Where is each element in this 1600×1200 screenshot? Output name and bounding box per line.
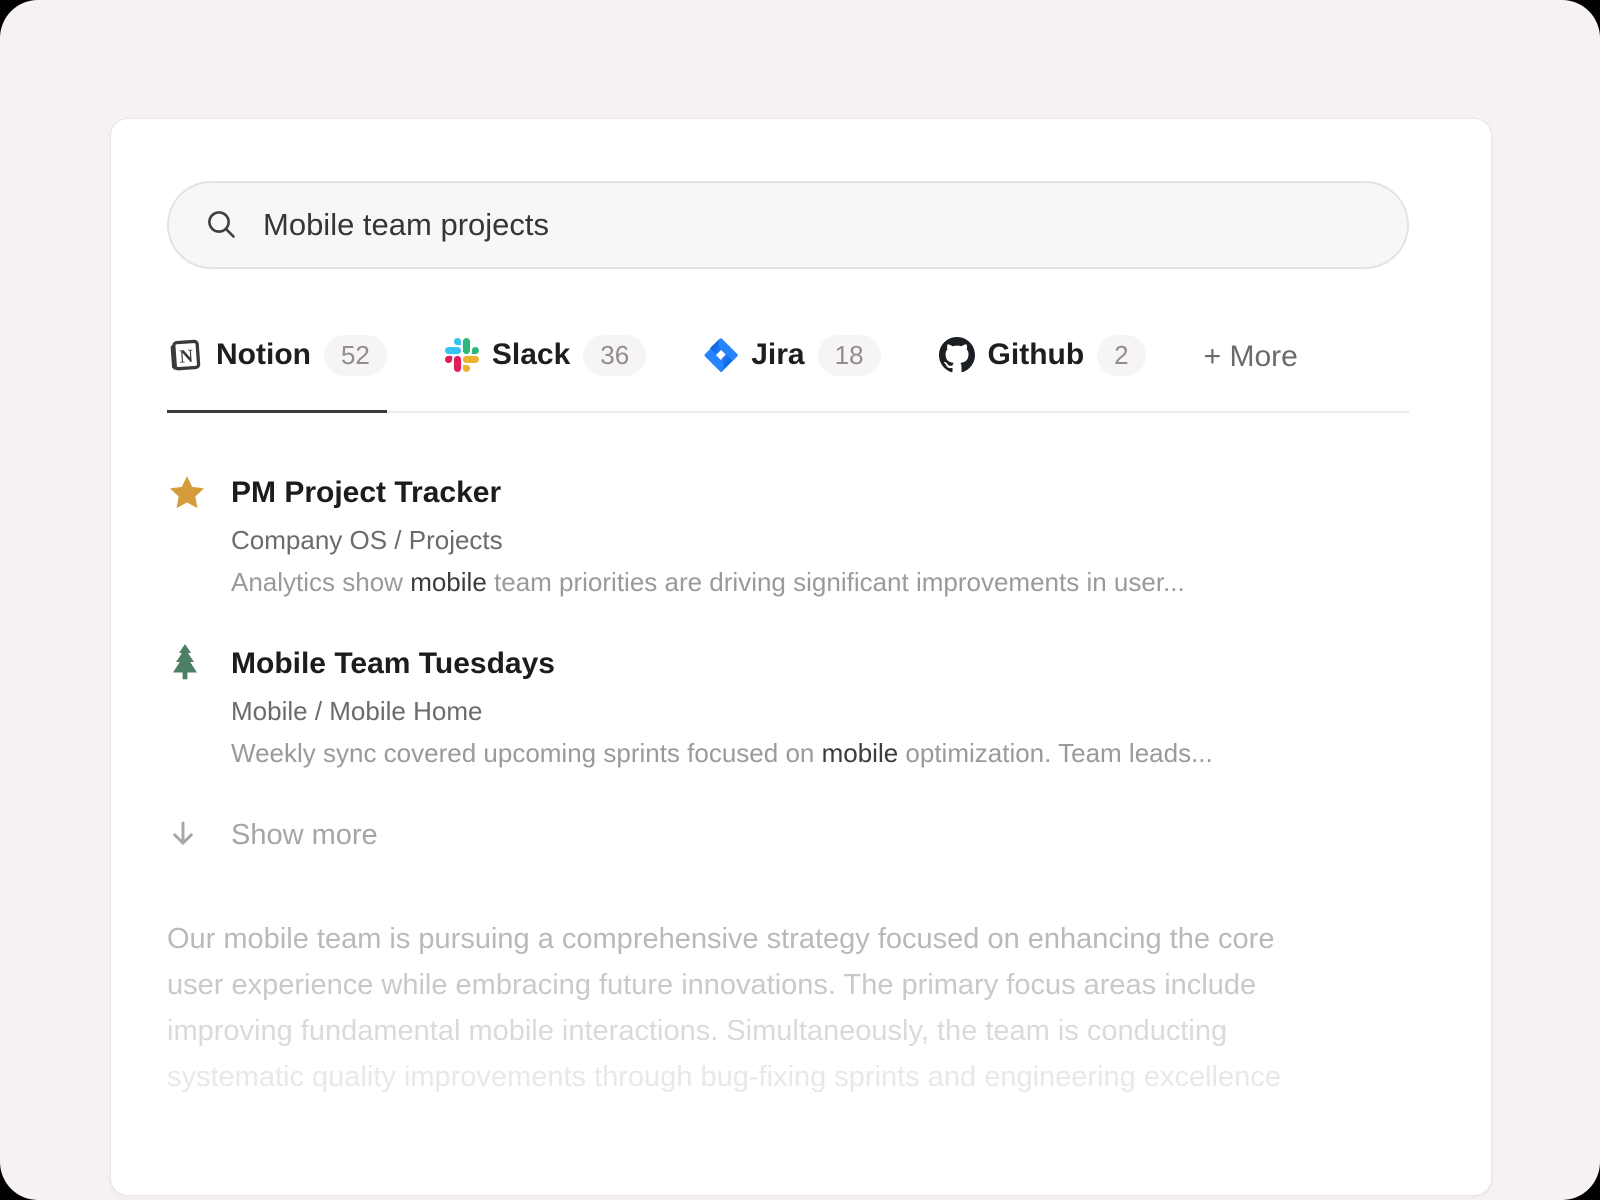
tab-notion-count-badge: 52 <box>324 335 387 376</box>
tab-github-label: Github <box>988 338 1085 372</box>
results-list: PM Project Tracker Company OS / Projects… <box>167 473 1409 769</box>
tab-slack-count-badge: 36 <box>583 335 646 376</box>
tab-slack-label: Slack <box>492 338 570 372</box>
result-title[interactable]: PM Project Tracker <box>231 473 1409 513</box>
answer-line: improving fundamental mobile interaction… <box>167 1008 1409 1054</box>
tab-jira-count-badge: 18 <box>818 335 881 376</box>
github-icon <box>939 337 975 373</box>
ai-answer-preview: Our mobile team is pursuing a comprehens… <box>167 916 1409 1100</box>
notion-icon: N <box>167 337 203 373</box>
tab-notion-label: Notion <box>216 338 311 372</box>
arrow-down-icon <box>167 817 231 854</box>
star-icon <box>167 473 231 518</box>
tab-slack[interactable]: Slack 36 <box>445 335 646 413</box>
result-pm-project-tracker[interactable]: PM Project Tracker Company OS / Projects… <box>167 473 1409 598</box>
result-content: PM Project Tracker Company OS / Projects… <box>231 473 1409 598</box>
tab-github[interactable]: Github 2 <box>939 335 1146 413</box>
snippet-text: team priorities are driving significant … <box>487 567 1185 597</box>
snippet-text: Analytics show <box>231 567 410 597</box>
answer-line: user experience while embracing future i… <box>167 962 1409 1008</box>
tab-github-count-badge: 2 <box>1097 335 1145 376</box>
svg-text:N: N <box>179 346 194 368</box>
answer-line: systematic quality improvements through … <box>167 1054 1409 1100</box>
snippet-text: Weekly sync covered upcoming sprints foc… <box>231 738 822 768</box>
page-background: N Notion 52 <box>0 0 1600 1200</box>
result-snippet: Weekly sync covered upcoming sprints foc… <box>231 738 1409 769</box>
snippet-highlight: mobile <box>822 738 899 768</box>
result-title[interactable]: Mobile Team Tuesdays <box>231 644 1409 684</box>
result-content: Mobile Team Tuesdays Mobile / Mobile Hom… <box>231 644 1409 769</box>
result-breadcrumb: Company OS / Projects <box>231 525 1409 556</box>
search-input[interactable] <box>263 207 1373 243</box>
result-mobile-team-tuesdays[interactable]: Mobile Team Tuesdays Mobile / Mobile Hom… <box>167 644 1409 769</box>
search-icon <box>203 206 241 244</box>
search-results-card: N Notion 52 <box>110 118 1492 1196</box>
result-snippet: Analytics show mobile team priorities ar… <box>231 567 1409 598</box>
tab-notion[interactable]: N Notion 52 <box>167 335 387 413</box>
show-more-label: Show more <box>231 819 1409 852</box>
tab-more[interactable]: + More <box>1204 340 1298 408</box>
tab-jira[interactable]: Jira 18 <box>704 335 880 413</box>
snippet-text: optimization. Team leads... <box>898 738 1213 768</box>
source-tabs: N Notion 52 <box>167 335 1409 413</box>
answer-line: Our mobile team is pursuing a comprehens… <box>167 916 1409 962</box>
tab-jira-label: Jira <box>751 338 804 372</box>
search-bar[interactable] <box>167 181 1409 269</box>
show-more-button[interactable]: Show more <box>167 817 1409 854</box>
snippet-highlight: mobile <box>410 567 487 597</box>
result-breadcrumb: Mobile / Mobile Home <box>231 696 1409 727</box>
jira-icon <box>704 338 738 372</box>
tree-icon <box>167 644 231 691</box>
slack-icon <box>445 338 479 372</box>
